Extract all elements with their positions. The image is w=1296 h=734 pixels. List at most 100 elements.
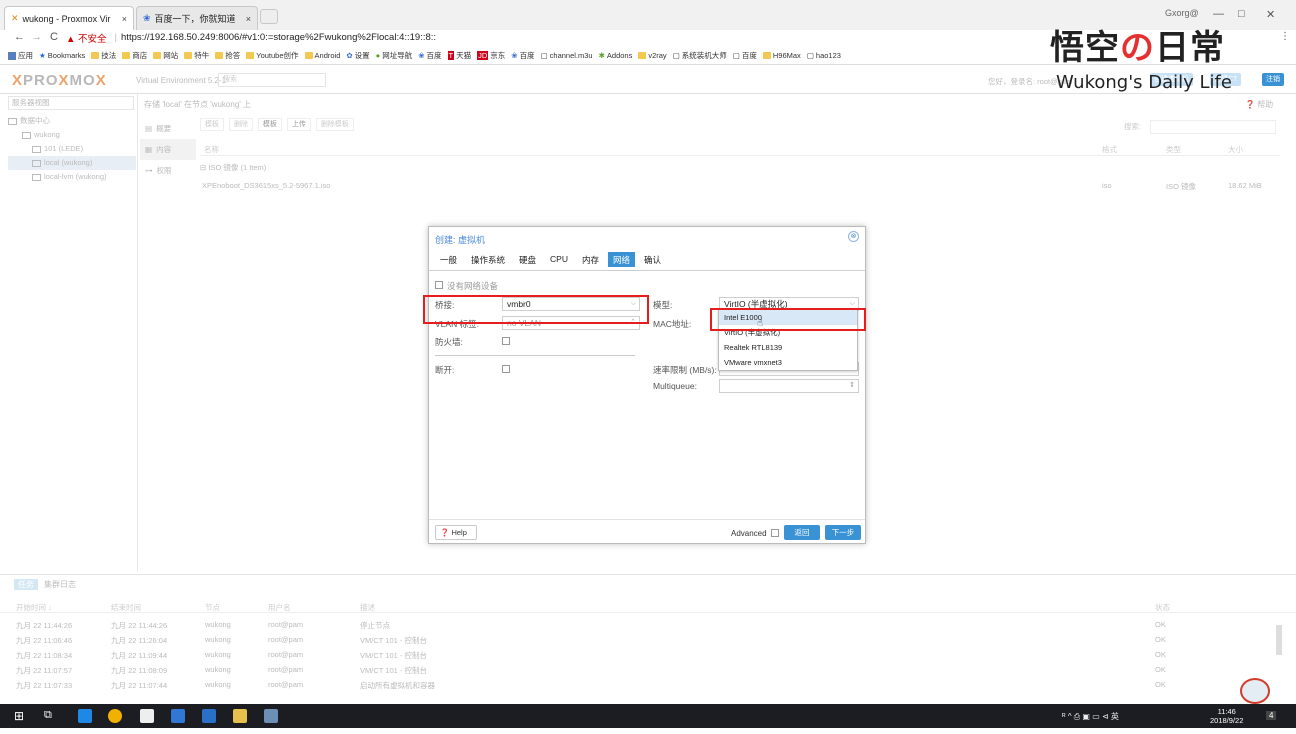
bookmark-apps[interactable]: 应用 (8, 50, 33, 61)
subnav-permissions[interactable]: ⊶ 权限 (140, 160, 196, 181)
bookmark-item[interactable]: ▢ 系统装机大师 (673, 50, 727, 61)
col-size[interactable]: 大小 (1228, 144, 1243, 155)
pve-search-input[interactable]: 搜索 (218, 73, 326, 87)
back-icon[interactable]: ← (14, 31, 25, 43)
app-icon[interactable] (78, 709, 92, 723)
task-scrollbar[interactable] (1276, 625, 1282, 655)
close-tab-icon[interactable]: × (122, 14, 127, 24)
advanced-checkbox[interactable] (771, 529, 779, 537)
tree-datacenter[interactable]: 数据中心 (8, 114, 136, 128)
bookmark-item[interactable]: Android (304, 51, 340, 60)
tree-vm[interactable]: 101 (LEDE) (8, 142, 136, 156)
maximize-icon[interactable]: □ (1238, 8, 1245, 20)
minimize-icon[interactable]: — (1213, 8, 1224, 20)
system-tray[interactable]: ᴿ ^ ⎙ ▣ ▭ ⊲ 英 (1062, 711, 1119, 722)
task-row[interactable]: 九月 22 11:07:57 九月 22 11:08:09 wukong root@p… (0, 665, 1296, 680)
col-start[interactable]: 开始时间 ↓ (16, 602, 52, 613)
bookmark-item[interactable]: ✱ Addons (599, 51, 633, 60)
tree-node[interactable]: wukong (8, 128, 136, 142)
new-tab-button[interactable] (260, 9, 278, 24)
no-network-checkbox[interactable] (435, 281, 443, 289)
bookmark-item[interactable]: v2ray (638, 51, 667, 60)
bookmark-item[interactable]: ▢ 百度 (733, 50, 757, 61)
url-text[interactable]: https://192.168.50.249:8006/#v1:0:=stora… (121, 32, 436, 43)
close-icon[interactable]: ⊗ (848, 231, 859, 242)
disconnect-checkbox[interactable] (502, 365, 510, 373)
upload-button[interactable]: 上传 (286, 118, 311, 131)
notification-icon[interactable]: 4 (1266, 711, 1277, 720)
col-desc[interactable]: 描述 (360, 602, 375, 613)
multiqueue-field[interactable]: ⇕ (719, 379, 859, 393)
toolbar-button[interactable]: 模板 (200, 118, 224, 131)
col-name[interactable]: 名称 (204, 144, 219, 155)
tab-proxmox[interactable]: ✕ wukong - Proxmox Vir × (4, 6, 134, 30)
bookmark-item[interactable]: T 天猫 (447, 50, 471, 61)
task-row[interactable]: 九月 22 11:07:33 九月 22 11:07:44 wukong root@p… (0, 680, 1296, 695)
bookmark-item[interactable]: ● 网址导航 (376, 50, 413, 61)
task-row[interactable]: 九月 22 11:08:34 九月 22 11:09:44 wukong root@p… (0, 650, 1296, 665)
help-link[interactable]: ❓ 帮助 (1245, 99, 1273, 110)
bookmark-item[interactable]: 商店 (122, 50, 147, 61)
tab-network[interactable]: 网络 (608, 252, 636, 267)
next-button[interactable]: 下一步 (825, 525, 861, 540)
tree-storage-lvm[interactable]: local-lvm (wukong) (8, 170, 136, 184)
bookmark-item[interactable]: H96Max (762, 51, 801, 60)
tab-general[interactable]: 一般 (435, 252, 462, 267)
toolbar-button[interactable]: 删除模板 (315, 118, 354, 131)
task-view-icon[interactable]: ⧉ (44, 709, 58, 723)
app-icon[interactable] (202, 709, 216, 723)
reload-icon[interactable]: C (50, 31, 58, 43)
bookmark-item[interactable]: 技法 (91, 50, 116, 61)
menu-dots-icon[interactable]: ⋮ (1280, 31, 1290, 42)
tab-disk[interactable]: 硬盘 (514, 252, 541, 267)
tab-os[interactable]: 操作系统 (466, 252, 510, 267)
bookmark-item[interactable]: ▢ hao123 (807, 51, 841, 60)
col-format[interactable]: 格式 (1102, 144, 1117, 155)
bookmark-item[interactable]: ❀ 百度 (511, 50, 534, 61)
option-realtek[interactable]: Realtek RTL8139 (719, 340, 857, 355)
subnav-content[interactable]: ▦ 内容 (140, 139, 196, 160)
window-user[interactable]: Gxorg@ (1165, 8, 1199, 18)
subnav-summary[interactable]: ▤ 概要 (140, 118, 196, 139)
forward-icon[interactable]: → (31, 31, 42, 43)
tab-baidu[interactable]: ❀ 百度一下，你就知道 × (136, 6, 258, 30)
table-row[interactable]: XPEnoboot_DS3615xs_5.2-5967.1.iso iso IS… (200, 181, 1280, 197)
col-node[interactable]: 节点 (205, 602, 220, 613)
back-button[interactable]: 返回 (784, 525, 820, 540)
mail-icon[interactable] (140, 709, 154, 723)
help-button[interactable]: ❓ Help (435, 525, 477, 540)
option-vmware[interactable]: VMware vmxnet3 (719, 355, 857, 370)
col-status[interactable]: 状态 (1155, 602, 1170, 613)
tab-cluster-log[interactable]: 集群日志 (44, 579, 76, 590)
bookmark-item[interactable]: ✿ 设置 (346, 50, 369, 61)
toolbar-button[interactable]: 模板 (257, 118, 282, 131)
start-icon[interactable]: ⊞ (14, 709, 28, 723)
task-row[interactable]: 九月 22 11:44:26 九月 22 11:44:26 wukong root@p… (0, 620, 1296, 635)
bookmark-item[interactable]: JD 京东 (477, 50, 505, 61)
tab-tasks[interactable]: 任务 (14, 579, 38, 590)
tab-cpu[interactable]: CPU (545, 252, 573, 267)
bookmark-item[interactable]: 特牛 (184, 50, 209, 61)
content-search-input[interactable] (1150, 120, 1276, 134)
close-tab-icon[interactable]: × (246, 14, 251, 24)
bookmark-item[interactable]: ★ Bookmarks (39, 51, 85, 60)
toolbar-button[interactable]: 删除 (228, 118, 253, 131)
tab-confirm[interactable]: 确认 (639, 252, 666, 267)
clock[interactable]: 11:46 2018/9/22 (1210, 707, 1243, 725)
tree-storage-local[interactable]: local (wukong) (8, 156, 136, 170)
chrome-icon[interactable] (108, 709, 122, 723)
col-end[interactable]: 结束时间 (111, 602, 141, 613)
bookmark-item[interactable]: ❀ 百度 (418, 50, 441, 61)
bookmark-item[interactable]: Youtube创作 (246, 50, 299, 61)
col-type[interactable]: 类型 (1166, 144, 1181, 155)
app-icon[interactable] (264, 709, 278, 723)
bookmark-item[interactable]: ▢ channel.m3u (541, 51, 593, 60)
task-row[interactable]: 九月 22 11:06:46 九月 22 11:26:04 wukong root@p… (0, 635, 1296, 650)
bookmark-item[interactable]: 网站 (153, 50, 178, 61)
tab-memory[interactable]: 内存 (577, 252, 604, 267)
bookmark-item[interactable]: 抢答 (215, 50, 240, 61)
folder-icon[interactable] (233, 709, 247, 723)
app-icon[interactable] (171, 709, 185, 723)
firewall-checkbox[interactable] (502, 337, 510, 345)
col-user[interactable]: 用户名 (268, 602, 291, 613)
